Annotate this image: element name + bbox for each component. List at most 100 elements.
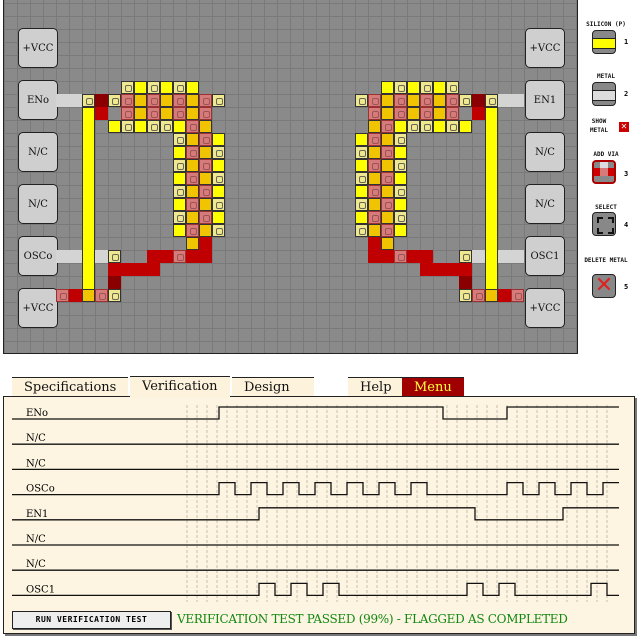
signal-label: N/C [26, 559, 46, 570]
tool-add-via-key: 3 [624, 170, 629, 178]
silicon-cell [173, 120, 186, 133]
tab-menu[interactable]: Menu [402, 377, 464, 397]
via-cell [446, 120, 459, 133]
poly-via-cell [95, 289, 108, 302]
via-cell [420, 81, 433, 94]
tab-design-snippets[interactable]: Design Snippets [232, 377, 314, 415]
poly-via-cell [199, 94, 212, 107]
via-cell [82, 94, 95, 107]
silicon-gate-cell [368, 198, 381, 211]
via-cell [446, 81, 459, 94]
poly-via-cell [186, 146, 199, 159]
silicon-icon[interactable] [592, 30, 616, 54]
silicon-gate-cell [134, 107, 147, 120]
tool-palette: SILICON (P) 1 METAL 2 SHOW METAL ✕ ADD V… [582, 0, 639, 353]
poly-cell [186, 250, 212, 263]
signal-label: ENo [26, 408, 48, 419]
show-metal-checkbox[interactable]: ✕ [619, 122, 629, 132]
silicon-gate-cell [82, 289, 95, 302]
poly-cell [199, 237, 212, 250]
silicon-gate-cell [186, 237, 199, 250]
add-via-icon[interactable] [592, 160, 616, 184]
pad-left-vcc-bottom: +VCC [18, 288, 58, 328]
silicon-cell [485, 107, 498, 302]
silicon-gate-cell [381, 237, 394, 250]
via-cell [394, 211, 407, 224]
via-cell [394, 185, 407, 198]
via-cell [121, 81, 134, 94]
silicon-gate-cell [160, 94, 173, 107]
select-icon[interactable] [592, 212, 616, 236]
signal-label: EN1 [26, 509, 48, 520]
pad-left-nc-2: N/C [18, 184, 58, 224]
poly-via-cell [147, 107, 160, 120]
poly-via-cell [368, 107, 381, 120]
silicon-cell [160, 81, 173, 94]
poly-via-cell [186, 120, 199, 133]
silicon-gate-cell [381, 185, 394, 198]
signal-trace [12, 481, 619, 496]
poly-via-cell [121, 107, 134, 120]
circuit-board[interactable]: +VCC ENo N/C N/C OSCo +VCC +VCC EN1 N/C … [3, 0, 578, 354]
silicon-gate-cell [186, 133, 199, 146]
silicon-gate-cell [381, 133, 394, 146]
tool-silicon-label: SILICON (P) [586, 21, 626, 28]
poly-via-cell [173, 94, 186, 107]
delete-metal-icon[interactable]: ✕ [592, 274, 616, 298]
via-cell [459, 289, 472, 302]
silicon-cell [173, 146, 186, 159]
silicon-cell [186, 81, 199, 94]
tab-help[interactable]: Help [348, 377, 404, 397]
signal-label: N/C [26, 534, 46, 545]
tool-silicon-key: 1 [624, 38, 629, 46]
poly-via-cell [186, 198, 199, 211]
metal-icon[interactable] [592, 82, 616, 106]
silicon-cell [355, 185, 368, 198]
silicon-cell [459, 120, 472, 133]
pad-left-vcc-top: +VCC [18, 28, 58, 68]
silicon-gate-cell [186, 107, 199, 120]
poly-via-cell [394, 94, 407, 107]
signal-label: OSC1 [26, 584, 55, 595]
run-verification-button[interactable]: RUN VERIFICATION TEST [12, 611, 171, 629]
poly-cell [368, 250, 394, 263]
silicon-cell [407, 81, 420, 94]
poly-via-cell [381, 198, 394, 211]
via-cell [212, 172, 225, 185]
pad-osc1: OSC1 [525, 236, 565, 276]
silicon-cell [212, 211, 225, 224]
signal-trace [12, 406, 619, 420]
tab-verification[interactable]: Verification [130, 376, 230, 398]
via-cell [394, 159, 407, 172]
poly-cell [368, 237, 381, 250]
silicon-gate-cell [407, 94, 420, 107]
poly-via-cell [147, 94, 160, 107]
via-cell [212, 224, 225, 237]
via-cell [173, 185, 186, 198]
via-cell [160, 120, 173, 133]
silicon-gate-cell [368, 172, 381, 185]
silicon-cell [212, 133, 225, 146]
poly-via-cell [381, 224, 394, 237]
signal-label: N/C [26, 458, 46, 469]
metal-cell [472, 250, 524, 263]
poly-via-cell [381, 146, 394, 159]
silicon-cell [433, 81, 446, 94]
poly-via-cell [368, 211, 381, 224]
pad-left-nc-1: N/C [18, 132, 58, 172]
via-cell [108, 289, 121, 302]
poly-via-cell [199, 107, 212, 120]
pad-right-vcc-bottom: +VCC [525, 288, 565, 328]
poly-via-cell [368, 185, 381, 198]
pad-right-nc-2: N/C [525, 184, 565, 224]
tab-specifications[interactable]: Specifications [12, 377, 129, 397]
silicon-cell [355, 211, 368, 224]
tool-metal-key: 2 [624, 90, 629, 98]
silicon-cell [212, 185, 225, 198]
tool-select-label: SELECT [595, 204, 617, 211]
via-cell [394, 81, 407, 94]
poly-via-cell [199, 185, 212, 198]
poly-cell [472, 107, 485, 120]
poly-cell [433, 263, 472, 276]
poly-via-cell [381, 120, 394, 133]
